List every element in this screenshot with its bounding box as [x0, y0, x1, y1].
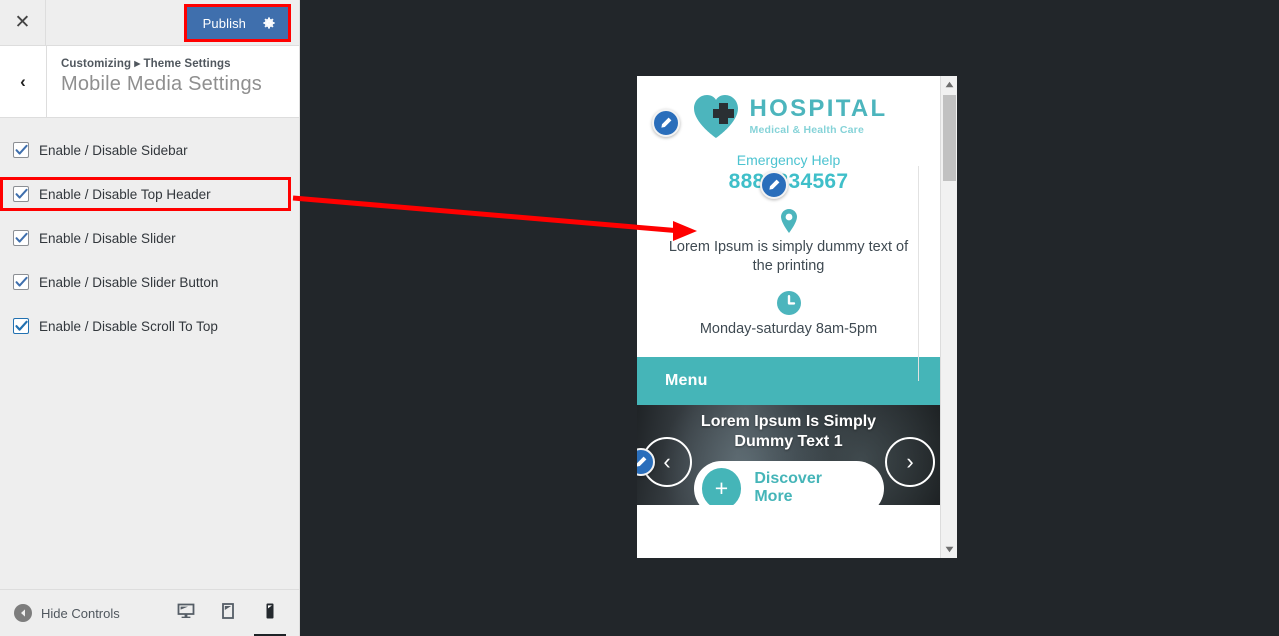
scrollbar-thumb[interactable]	[943, 95, 956, 181]
preview-scrollbar[interactable]	[940, 76, 957, 558]
chevron-left-icon: ‹	[663, 448, 671, 474]
plus-icon: +	[701, 467, 742, 505]
control-label-top-header[interactable]: Enable / Disable Top Header	[39, 187, 211, 202]
hours-block: Monday-saturday 8am-5pm	[637, 290, 940, 339]
site-preview: HOSPITAL Medical & Health Care Emergency…	[637, 76, 940, 558]
edit-pencil-logo[interactable]	[652, 109, 680, 137]
customizer-footer: Hide Controls	[0, 589, 299, 636]
customizer-topbar: ✕ Publish	[0, 0, 299, 46]
clock-icon	[637, 290, 940, 316]
back-button[interactable]: ‹	[0, 46, 47, 117]
checkbox-enable-disable-sidebar[interactable]	[13, 142, 29, 158]
checkbox-enable-disable-top-header[interactable]	[13, 186, 29, 202]
breadcrumb: Customizing ▸ Theme Settings	[61, 58, 231, 70]
hours-text: Monday-saturday 8am-5pm	[699, 320, 878, 337]
control-row-slider[interactable]: Enable / Disable Slider	[0, 216, 299, 260]
chevron-right-icon: ›	[906, 448, 914, 474]
control-list: Enable / Disable Sidebar Enable / Disabl…	[0, 118, 299, 589]
desktop-icon	[176, 601, 196, 626]
mobile-preview-frame: HOSPITAL Medical & Health Care Emergency…	[637, 76, 957, 558]
slider-next-button[interactable]: ›	[885, 436, 935, 487]
edit-pencil-emergency[interactable]	[760, 171, 788, 199]
control-row-top-header[interactable]: Enable / Disable Top Header	[0, 177, 291, 211]
publish-button[interactable]: Publish	[186, 7, 288, 39]
scroll-down-arrow[interactable]	[941, 541, 957, 558]
device-preview-buttons	[165, 590, 291, 636]
control-label-scroll-to-top[interactable]: Enable / Disable Scroll To Top	[39, 319, 218, 334]
site-menu-bar[interactable]: Menu	[637, 356, 940, 405]
mobile-icon	[260, 601, 280, 626]
logo-text-block: HOSPITAL Medical & Health Care	[749, 94, 888, 136]
site-top-header: HOSPITAL Medical & Health Care Emergency…	[637, 76, 940, 339]
emergency-block: Emergency Help 8881234567	[637, 152, 940, 194]
control-row-scroll-to-top[interactable]: Enable / Disable Scroll To Top	[0, 304, 299, 348]
control-label-slider-button[interactable]: Enable / Disable Slider Button	[39, 275, 218, 290]
chevron-left-icon: ‹	[20, 71, 26, 91]
control-row-slider-button[interactable]: Enable / Disable Slider Button	[0, 260, 299, 304]
customizer-panel-header: ‹ Customizing ▸ Theme Settings Mobile Me…	[0, 46, 299, 118]
tablet-icon	[218, 601, 238, 626]
address-block: Lorem Ipsum is simply dummy text of the …	[637, 208, 940, 276]
checkbox-enable-disable-scroll-to-top[interactable]	[13, 318, 29, 334]
emergency-number[interactable]: 8881234567	[637, 170, 940, 194]
discover-more-button[interactable]: + Discover More	[693, 460, 884, 505]
site-slider: Lorem Ipsum Is Simply Dummy Text 1 ‹ › +…	[637, 404, 940, 505]
logo-subtitle: Medical & Health Care	[749, 123, 865, 136]
vertical-divider	[918, 166, 919, 381]
hide-controls-label: Hide Controls	[41, 605, 120, 621]
control-label-sidebar[interactable]: Enable / Disable Sidebar	[39, 143, 188, 158]
publish-button-label: Publish	[202, 15, 246, 31]
checkbox-enable-disable-slider-button[interactable]	[13, 274, 29, 290]
publish-button-highlight: Publish	[183, 4, 291, 42]
discover-more-label: Discover More	[754, 470, 822, 505]
device-button-desktop[interactable]	[165, 591, 207, 636]
scroll-up-arrow[interactable]	[941, 76, 957, 93]
customizer-sidebar: ✕ Publish ‹ Customizing ▸ Theme Settings…	[0, 0, 300, 636]
panel-header-texts: Customizing ▸ Theme Settings Mobile Medi…	[47, 46, 262, 117]
map-pin-icon	[637, 208, 940, 234]
gear-icon[interactable]	[262, 16, 276, 30]
logo-title: HOSPITAL	[749, 94, 888, 122]
hospital-heart-cross-icon	[690, 90, 742, 142]
device-button-tablet[interactable]	[207, 591, 249, 636]
device-button-mobile[interactable]	[249, 591, 291, 636]
site-logo[interactable]: HOSPITAL Medical & Health Care	[637, 86, 940, 144]
checkbox-enable-disable-slider[interactable]	[13, 230, 29, 246]
control-label-slider[interactable]: Enable / Disable Slider	[39, 231, 176, 246]
address-text: Lorem Ipsum is simply dummy text of the …	[668, 239, 909, 274]
hide-controls-button[interactable]: Hide Controls	[0, 604, 120, 622]
collapse-left-icon	[14, 604, 32, 622]
page-title: Mobile Media Settings	[61, 73, 262, 95]
menu-bar-label: Menu	[665, 371, 708, 389]
control-row-sidebar[interactable]: Enable / Disable Sidebar	[0, 128, 299, 172]
close-icon: ✕	[14, 12, 31, 33]
close-customizer-button[interactable]: ✕	[0, 0, 46, 45]
preview-area: HOSPITAL Medical & Health Care Emergency…	[300, 0, 1279, 636]
emergency-label: Emergency Help	[736, 152, 841, 168]
customizer-screen: ✕ Publish ‹ Customizing ▸ Theme Settings…	[0, 0, 1279, 636]
